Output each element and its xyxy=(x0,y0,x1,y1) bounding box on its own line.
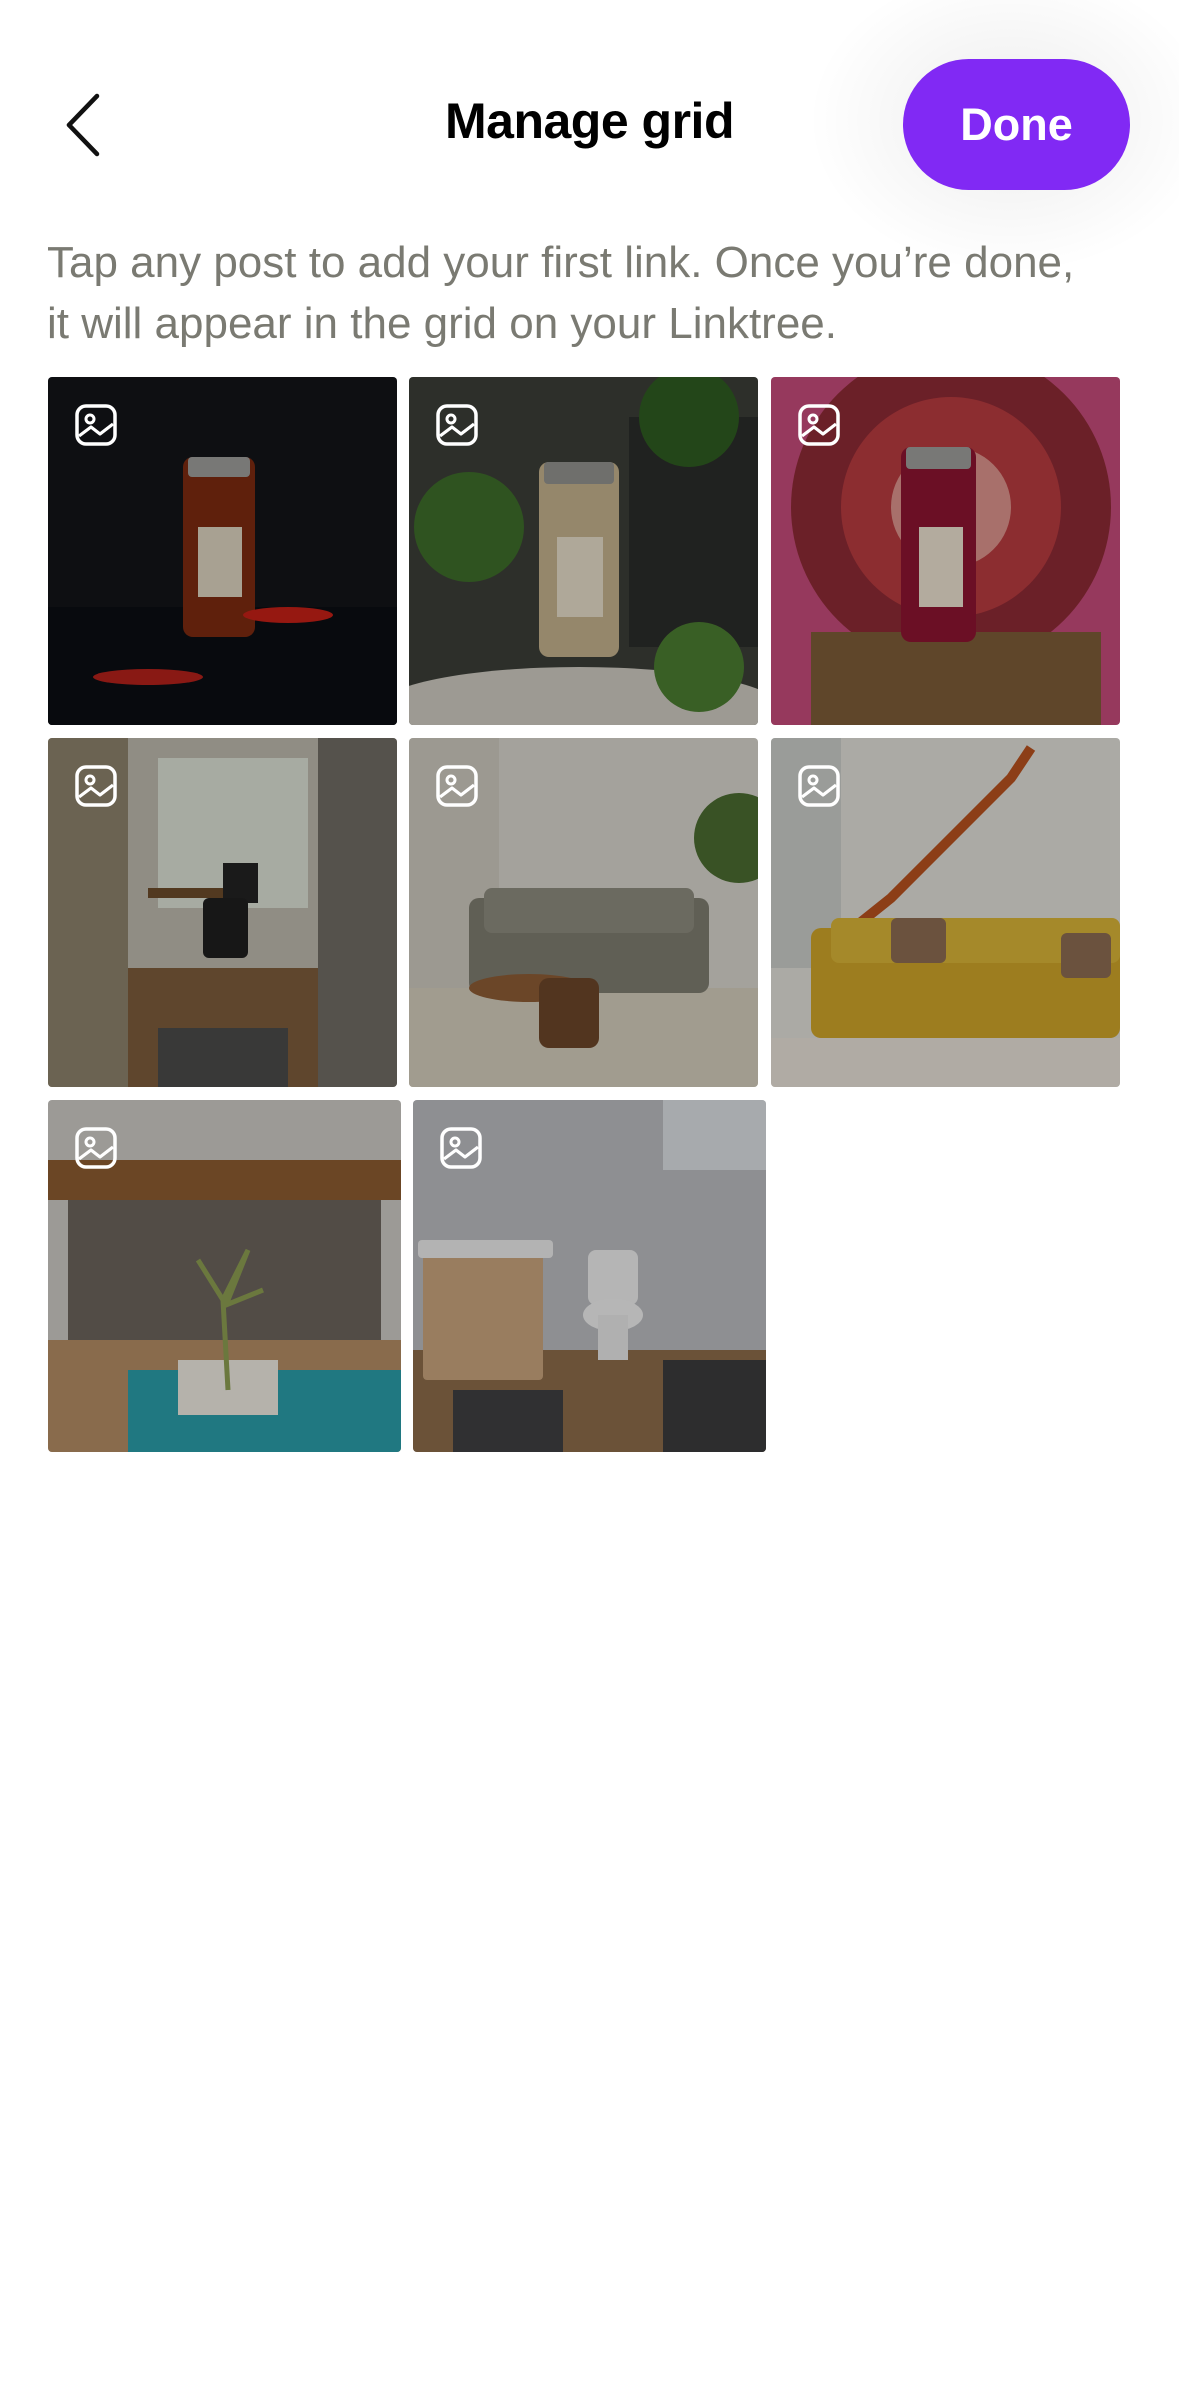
grid-post-7[interactable] xyxy=(48,1100,401,1452)
instructions-text: Tap any post to add your first link. Onc… xyxy=(47,232,1147,354)
back-button[interactable] xyxy=(44,78,124,172)
instructions-line-1: Tap any post to add your first link. Onc… xyxy=(47,238,1075,287)
grid-post-1[interactable] xyxy=(48,377,397,725)
grid-post-6[interactable] xyxy=(771,738,1120,1087)
image-icon xyxy=(435,764,479,808)
image-icon xyxy=(74,403,118,447)
grid-post-5[interactable] xyxy=(409,738,758,1087)
manage-grid-screen: Manage grid Done Tap any post to add you… xyxy=(0,0,1179,2396)
grid-post-4[interactable] xyxy=(48,738,397,1087)
done-button[interactable]: Done xyxy=(903,59,1130,190)
grid-post-3[interactable] xyxy=(771,377,1120,725)
chevron-left-icon xyxy=(66,93,100,157)
instructions-line-2: it will appear in the grid on your Linkt… xyxy=(47,299,837,348)
image-icon xyxy=(797,764,841,808)
header: Manage grid Done xyxy=(0,0,1179,280)
grid-post-2[interactable] xyxy=(409,377,758,725)
image-icon xyxy=(797,403,841,447)
grid-post-8[interactable] xyxy=(413,1100,766,1452)
image-icon xyxy=(439,1126,483,1170)
image-icon xyxy=(435,403,479,447)
image-icon xyxy=(74,1126,118,1170)
image-icon xyxy=(74,764,118,808)
